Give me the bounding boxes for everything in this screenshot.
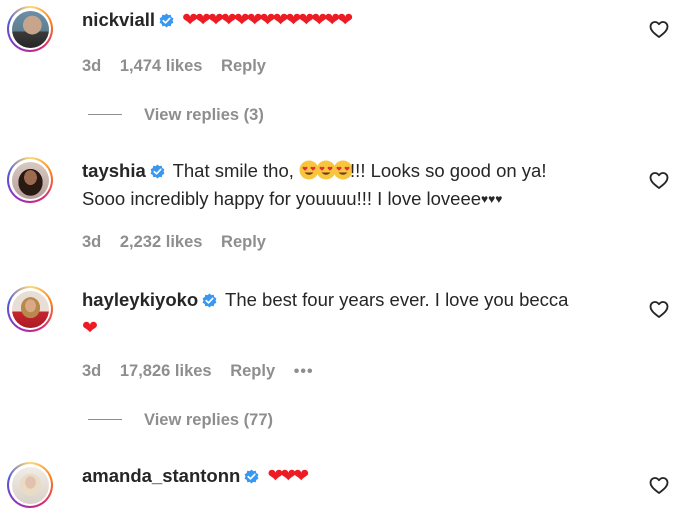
replies-divider <box>88 114 122 115</box>
heart-like-icon[interactable] <box>649 171 669 189</box>
verified-icon <box>149 164 165 179</box>
avatar[interactable] <box>7 157 53 203</box>
view-replies-button[interactable]: View replies (77) <box>88 411 273 430</box>
comment-text: hayleykiyoko The best four years ever. I… <box>82 286 627 343</box>
comment-body: Sooo incredibly happy for youuuu!!! I lo… <box>82 188 482 209</box>
comment-text: nickviall ❤❤❤❤❤❤❤❤❤❤❤❤❤ <box>82 6 627 35</box>
avatar[interactable] <box>7 286 53 332</box>
username[interactable]: amanda_stantonn <box>82 465 240 486</box>
heart-emojis: ❤❤❤❤❤❤❤❤❤❤❤❤❤ <box>182 10 353 31</box>
like-count[interactable]: 17,826 likes <box>120 362 212 380</box>
like-count[interactable]: 1,474 likes <box>120 57 203 75</box>
verified-icon <box>202 293 218 308</box>
avatar-photo <box>11 290 49 328</box>
reply-button[interactable]: Reply <box>221 233 266 251</box>
heart-emojis: ❤❤❤ <box>267 466 309 487</box>
heart-like-icon[interactable] <box>649 20 669 38</box>
verified-icon <box>159 13 175 28</box>
comment-meta: 3d 17,826 likes Reply ••• <box>82 362 328 381</box>
like-count[interactable]: 2,232 likes <box>120 233 203 251</box>
heart-emojis: ❤ <box>82 318 98 339</box>
heart-like-icon[interactable] <box>649 476 669 494</box>
black-heart-emojis: ♥♥♥ <box>481 192 503 206</box>
reply-button[interactable]: Reply <box>221 57 266 75</box>
comment-text: tayshia That smile tho, !!! Looks so goo… <box>82 157 627 213</box>
avatar-photo <box>11 161 49 199</box>
comment-age: 3d <box>82 57 102 75</box>
more-options-icon[interactable]: ••• <box>294 363 314 380</box>
comment-meta: 3d 2,232 likes Reply <box>82 233 280 252</box>
view-replies-label: View replies (77) <box>144 411 274 429</box>
comment-age: 3d <box>82 233 102 251</box>
comment-body: The best four years ever. I love you bec… <box>225 289 569 310</box>
avatar[interactable] <box>7 462 53 508</box>
view-replies-label: View replies (3) <box>144 106 264 124</box>
comment-age: 3d <box>82 362 102 380</box>
heart-like-icon[interactable] <box>649 300 669 318</box>
view-replies-button[interactable]: View replies (3) <box>88 106 264 125</box>
reply-button[interactable]: Reply <box>230 362 275 380</box>
verified-icon <box>244 469 260 484</box>
avatar[interactable] <box>7 6 53 52</box>
avatar-photo <box>11 466 49 504</box>
avatar-photo <box>11 10 49 48</box>
heart-eyes-emoji-group <box>299 160 353 181</box>
comment-meta: 3d 1,474 likes Reply <box>82 57 280 76</box>
username[interactable]: tayshia <box>82 160 146 181</box>
replies-divider <box>88 419 122 420</box>
username[interactable]: nickviall <box>82 9 155 30</box>
comment-text: amanda_stantonn ❤❤❤ <box>82 462 627 491</box>
comment-body: That smile tho, <box>172 160 294 181</box>
comment-body: !!! Looks so good on ya! <box>350 160 547 181</box>
username[interactable]: hayleykiyoko <box>82 289 198 310</box>
